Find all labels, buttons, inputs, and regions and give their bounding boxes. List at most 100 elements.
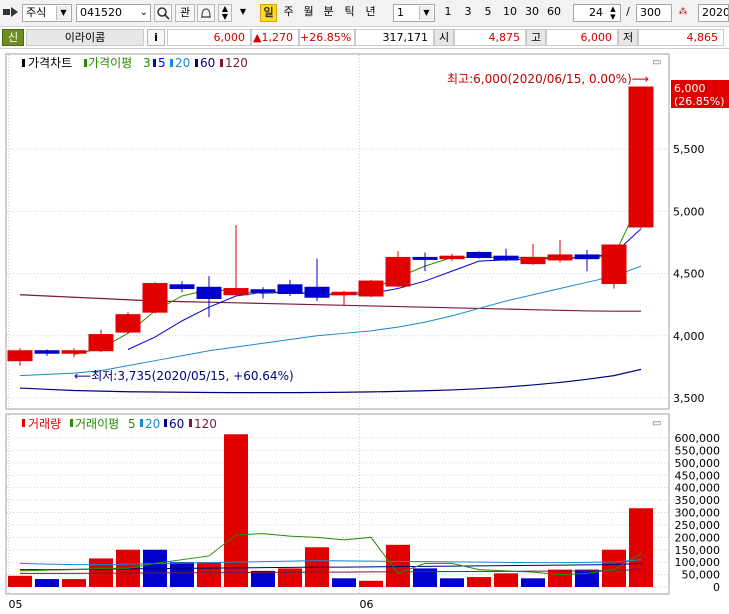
interval-30[interactable]: 30	[522, 4, 542, 22]
price-tick-label: 5,500	[673, 143, 705, 156]
volume-bar	[62, 579, 86, 587]
chart-svg[interactable]: 5,5005,0004,5004,0003,50005 06600,000550,…	[0, 49, 729, 611]
interval-10[interactable]: 10	[500, 4, 520, 22]
view-count-value: 24	[589, 6, 603, 19]
volume-legend-ma120: 120	[194, 417, 217, 431]
candle-body	[304, 286, 330, 298]
volume-tick-label: 150,000	[675, 544, 721, 557]
volume-bar	[359, 580, 383, 587]
candle-body	[331, 291, 357, 296]
chevron-down-icon: ▼	[56, 6, 70, 20]
candle-body	[115, 314, 141, 333]
candle-body	[547, 254, 573, 261]
candle-body	[628, 86, 654, 228]
volume-legend-title: 거래량	[28, 417, 61, 431]
candle-body	[88, 334, 114, 352]
price-legend-ma5: 5	[158, 56, 166, 70]
candle-body	[493, 255, 519, 261]
view-count-input[interactable]: 24 ▲ ▼	[573, 4, 621, 22]
spinner-icon: ▲ ▼	[610, 5, 616, 21]
search-button[interactable]	[154, 4, 172, 22]
price-legend-ma-title: 가격이평	[88, 56, 132, 70]
gwan-button[interactable]: 관	[175, 4, 195, 22]
period-month[interactable]: 월	[300, 4, 317, 22]
info-button[interactable]: i	[147, 29, 165, 46]
candle-body	[142, 283, 168, 313]
last-price-label: 6,000	[674, 82, 706, 95]
down-arrow-icon: ▼	[221, 12, 229, 21]
candle-body	[34, 350, 60, 354]
period-year[interactable]: 년	[362, 4, 379, 22]
interval-3[interactable]: 3	[460, 4, 476, 22]
candle-body	[574, 254, 600, 260]
chevron-down-icon: ⌄	[139, 7, 148, 18]
total-count-input[interactable]: 300	[636, 4, 672, 22]
interval-60[interactable]: 60	[544, 4, 564, 22]
chart-area[interactable]: 5,500 5,000 4,500 4,000 3,500 05 06 600,000 550,…	[0, 49, 729, 611]
volume-bar	[440, 578, 464, 587]
market-select-value: 주식	[26, 6, 47, 19]
link-icon[interactable]	[2, 4, 20, 22]
volume-bar	[8, 575, 32, 587]
code-input[interactable]: 041520 ⌄	[76, 4, 151, 22]
volume-bar	[197, 562, 221, 587]
period-minute[interactable]: 분	[320, 4, 337, 22]
open-label: 시	[434, 29, 454, 46]
volume-bar	[278, 568, 302, 587]
panel-menu-icon[interactable]: ▭	[652, 57, 661, 68]
price-legend-ma120: 120	[225, 56, 248, 70]
price-legend-title: 가격차트	[28, 56, 72, 70]
search-icon	[157, 7, 170, 20]
candle-body	[385, 256, 411, 287]
period-tick[interactable]: 틱	[341, 4, 358, 22]
volume-value: 317,171	[355, 29, 434, 46]
bell-icon	[201, 8, 211, 18]
volume-tick-label: 100,000	[675, 556, 721, 569]
candle-body	[466, 251, 492, 258]
open-value: 4,875	[454, 29, 526, 46]
low-value: 4,865	[638, 29, 724, 46]
change-percent: +26.85%	[299, 29, 355, 46]
volume-tick-label: 450,000	[675, 469, 721, 482]
interval-select[interactable]: 1 ▼	[393, 4, 435, 22]
updown-stepper[interactable]: ▲ ▼	[218, 4, 232, 22]
candle-body	[520, 256, 546, 265]
panel-menu-icon[interactable]: ▭	[652, 418, 661, 429]
volume-bar	[224, 434, 248, 587]
candle-body	[223, 288, 249, 296]
volume-bar	[548, 569, 572, 587]
period-week[interactable]: 주	[280, 4, 297, 22]
date-input[interactable]: 2020/	[698, 4, 729, 22]
low-label: 저	[618, 29, 638, 46]
chevron-down-icon: ▼	[419, 6, 433, 20]
volume-bar	[332, 578, 356, 587]
period-day[interactable]: 일	[260, 4, 277, 22]
x-tick-label: 06	[360, 598, 374, 611]
chevron-down-icon[interactable]: ▼	[236, 4, 250, 22]
candle-body	[601, 244, 627, 285]
last-price-pct: (26.85%)	[674, 95, 725, 108]
volume-bar	[35, 579, 59, 587]
bell-button[interactable]	[197, 4, 215, 22]
volume-bar	[494, 573, 518, 587]
candle-body	[277, 284, 303, 295]
x-tick-label: 05	[9, 598, 23, 611]
volume-tick-label: 0	[713, 581, 720, 594]
volume-bar	[602, 549, 626, 587]
volume-bar	[251, 570, 275, 587]
volume-bar	[629, 508, 653, 587]
volume-legend-ma-title: 거래이평	[75, 417, 119, 431]
interval-1[interactable]: 1	[440, 4, 456, 22]
interval-5[interactable]: 5	[480, 4, 496, 22]
volume-bar	[467, 577, 491, 587]
candle-body	[439, 255, 465, 260]
volume-bar	[170, 562, 194, 587]
volume-legend-ma60: 60	[169, 417, 184, 431]
price-legend-ma20: 20	[175, 56, 190, 70]
candle-body	[196, 286, 222, 299]
market-select[interactable]: 주식 ▼	[22, 4, 72, 22]
price-legend-ma60: 60	[200, 56, 215, 70]
grid-toggle-icon[interactable]: ⁂	[674, 4, 692, 22]
price-legend-ma3: 3	[143, 56, 151, 70]
price-tick-label: 4,000	[673, 330, 705, 343]
